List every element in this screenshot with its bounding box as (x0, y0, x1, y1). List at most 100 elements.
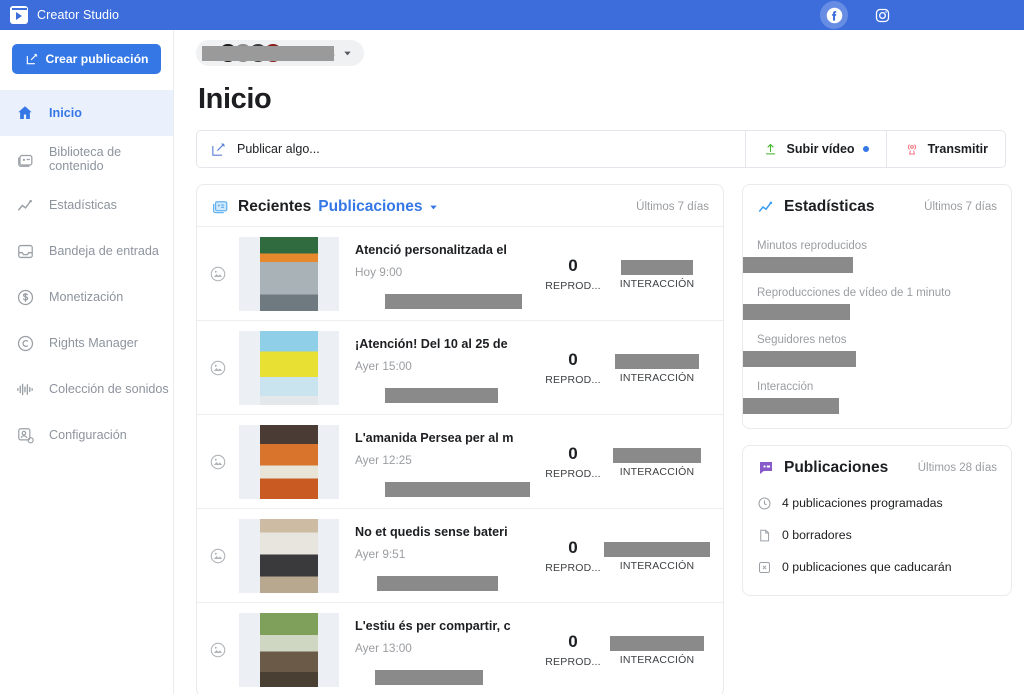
table-row[interactable]: L'estiu és per compartir, c Ayer 13:00 0… (197, 602, 723, 694)
sidebar-item-estadisticas[interactable]: Estadísticas (0, 182, 173, 228)
redaction-bar (621, 259, 693, 275)
publications-title: Publicaciones (784, 459, 889, 476)
page-title: Inicio (198, 83, 272, 115)
sidebar-item-coleccion-de-sonidos[interactable]: Colección de sonidos (0, 366, 173, 412)
post-info: ¡Atención! Del 10 al 25 de Ayer 15:00 (355, 331, 545, 405)
photo-icon (209, 641, 231, 659)
copyright-icon (14, 334, 36, 353)
sidebar-item-monetizacion[interactable]: Monetización (0, 274, 173, 320)
list-item-label: 0 borradores (782, 528, 852, 542)
metric-engagement: INTERACCIÓN (601, 258, 713, 290)
stats-period: Últimos 7 días (924, 201, 997, 213)
creator-studio-logo-icon (10, 6, 28, 24)
photo-icon (209, 265, 231, 283)
metric-engagement-label: INTERACCIÓN (619, 371, 695, 384)
post-title: No et quedis sense bateri (355, 524, 508, 539)
list-item[interactable]: 0 borradores (743, 519, 1011, 551)
expire-icon (757, 560, 772, 575)
sidebar-item-inicio[interactable]: Inicio (0, 90, 173, 136)
sidebar-item-label: Inicio (49, 106, 82, 120)
metric-engagement: INTERACCIÓN (601, 352, 713, 384)
metric-engagement-label: INTERACCIÓN (619, 465, 695, 478)
stat-label: Minutos reproducidos (757, 240, 867, 252)
list-item[interactable]: 4 publicaciones programadas (743, 487, 1011, 519)
redaction-bar (385, 293, 522, 309)
sound-wave-icon (14, 380, 36, 399)
recent-posts-title: Recientes (238, 198, 312, 215)
metric-engagement: INTERACCIÓN (601, 446, 713, 478)
content-library-icon (14, 150, 36, 169)
redaction-bar (610, 635, 704, 651)
publish-something-input[interactable]: Publicar algo... (197, 131, 745, 167)
recent-posts-filter-label: Publicaciones (318, 198, 423, 215)
list-item-label: 4 publicaciones programadas (782, 496, 943, 510)
sidebar-nav: Inicio Biblioteca de contenido Estadísti… (0, 90, 173, 458)
stats-body: Minutos reproducidos Reproducciones de v… (743, 240, 1011, 428)
table-row[interactable]: L'amanida Persea per al m Ayer 12:25 0 R… (197, 414, 723, 508)
metric-engagement: INTERACCIÓN (601, 540, 713, 572)
top-bar: Creator Studio (0, 0, 1024, 30)
post-date: Ayer 12:25 (355, 452, 412, 467)
post-thumbnail (239, 612, 339, 687)
metric-engagement: INTERACCIÓN (601, 634, 713, 666)
post-date: Ayer 9:51 (355, 546, 406, 561)
upload-video-label: Subir vídeo (786, 142, 855, 156)
metric-engagement-label: INTERACCIÓN (619, 559, 695, 572)
page-selector[interactable]: páginas (196, 40, 364, 66)
redaction-bar (743, 351, 856, 367)
metric-plays-value: 0 (568, 537, 578, 557)
sidebar-item-rights-manager[interactable]: Rights Manager (0, 320, 173, 366)
stats-title: Estadísticas (784, 198, 875, 215)
redaction-bar (604, 541, 710, 557)
facebook-icon[interactable] (820, 1, 848, 29)
sidebar-item-bandeja-de-entrada[interactable]: Bandeja de entrada (0, 228, 173, 274)
metric-engagement-label: INTERACCIÓN (619, 277, 695, 290)
post-title: ¡Atención! Del 10 al 25 de (355, 336, 508, 351)
sidebar-item-configuracion[interactable]: Configuración (0, 412, 173, 458)
clock-icon (757, 496, 772, 511)
sidebar-item-biblioteca-de-contenido[interactable]: Biblioteca de contenido (0, 136, 173, 182)
table-row[interactable]: ¡Atención! Del 10 al 25 de Ayer 15:00 0 … (197, 320, 723, 414)
insights-chart-icon (757, 198, 775, 216)
post-title: L'amanida Persea per al m (355, 430, 514, 445)
compose-icon (210, 141, 227, 158)
metric-plays: 0 REPROD... (545, 632, 601, 668)
document-icon (757, 528, 772, 543)
create-post-button[interactable]: Crear publicación (12, 44, 161, 74)
publications-card: Publicaciones Últimos 28 días 4 publicac… (742, 445, 1012, 596)
stat-label: Interacción (757, 381, 814, 393)
recent-posts-filter[interactable]: Publicaciones (318, 198, 439, 216)
channel-switcher (820, 0, 896, 30)
redaction-bar (615, 353, 699, 369)
table-row[interactable]: Atenció personalitzada el Hoy 9:00 0 REP… (197, 226, 723, 320)
photo-icon (209, 359, 231, 377)
instagram-icon[interactable] (868, 1, 896, 29)
recent-posts-period: Últimos 7 días (636, 201, 709, 213)
sidebar-item-label: Monetización (49, 290, 124, 304)
go-live-button[interactable]: Transmitir (885, 131, 1005, 167)
post-date: Ayer 15:00 (355, 358, 412, 373)
metric-engagement-label: INTERACCIÓN (619, 653, 695, 666)
right-column: Estadísticas Últimos 7 días Minutos repr… (742, 184, 1012, 694)
upload-icon (763, 142, 778, 157)
post-date: Hoy 9:00 (355, 264, 403, 279)
chevron-down-icon (428, 202, 439, 213)
upload-video-button[interactable]: Subir vídeo (745, 131, 885, 167)
metric-plays-value: 0 (568, 631, 578, 651)
list-item[interactable]: 0 publicaciones que caducarán (743, 551, 1011, 583)
redaction-bar (385, 481, 530, 497)
redaction-bar (202, 46, 334, 61)
table-row[interactable]: No et quedis sense bateri Ayer 9:51 0 RE… (197, 508, 723, 602)
post-title: L'estiu és per compartir, c (355, 618, 511, 633)
chevron-down-icon (342, 48, 353, 59)
blue-dot-badge (862, 146, 869, 152)
photo-icon (209, 547, 231, 565)
home-icon (14, 104, 36, 122)
go-live-label: Transmitir (927, 142, 988, 156)
post-thumbnail (239, 330, 339, 405)
redaction-bar (613, 447, 701, 463)
recent-posts-header: Recientes Publicaciones Últimos 7 días (197, 185, 723, 226)
redaction-bar (743, 398, 839, 414)
list-item-label: 0 publicaciones que caducarán (782, 560, 952, 574)
insights-chart-icon (14, 196, 36, 215)
